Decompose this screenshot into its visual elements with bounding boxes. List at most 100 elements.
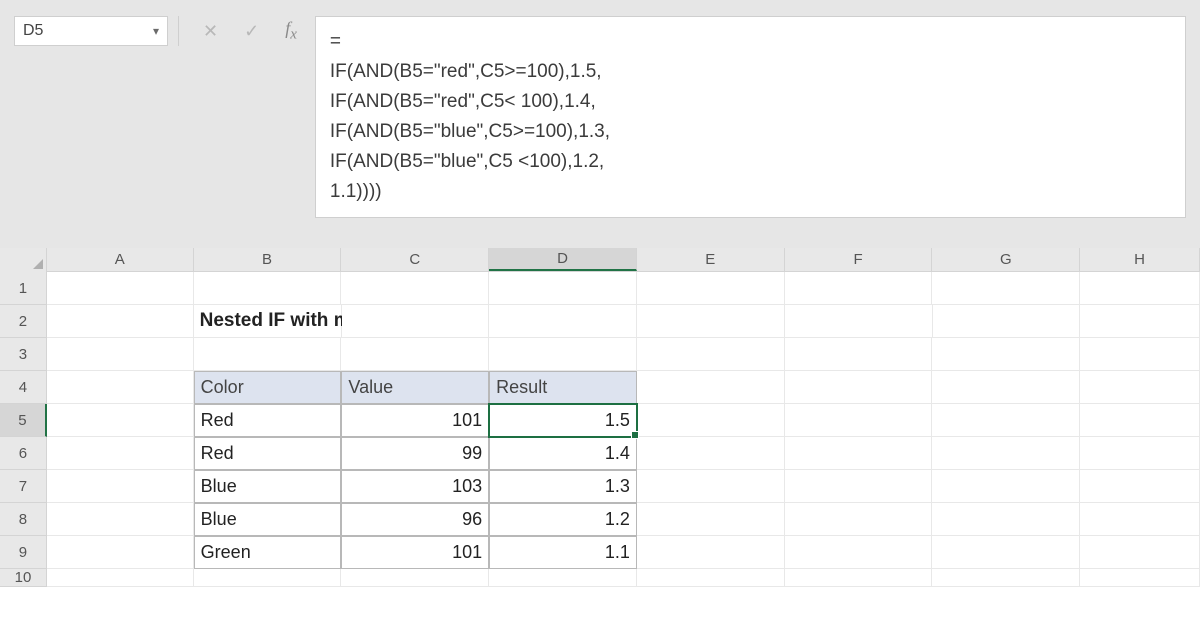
cell[interactable] [637,569,785,587]
cell[interactable] [47,404,194,437]
cell[interactable] [47,338,194,371]
cell[interactable] [489,569,637,587]
row-header-4[interactable]: 4 [0,371,47,404]
cell[interactable] [342,305,490,338]
cell[interactable] [932,272,1080,305]
table-cell[interactable]: 101 [341,536,489,569]
col-header-B[interactable]: B [194,248,342,271]
cell[interactable] [932,437,1080,470]
cell[interactable] [637,503,785,536]
cell[interactable] [47,305,194,338]
row-header-3[interactable]: 3 [0,338,47,371]
table-cell[interactable]: Blue [194,503,342,536]
cell[interactable] [785,371,933,404]
cell[interactable] [194,272,342,305]
cell[interactable] [489,305,637,338]
cell[interactable] [932,404,1080,437]
title-cell[interactable]: Nested IF with multiple AND [194,305,342,338]
cancel-icon[interactable]: ✕ [203,21,218,42]
cell[interactable] [1080,338,1200,371]
table-cell[interactable]: 1.3 [489,470,637,503]
cell[interactable] [1080,470,1200,503]
cell[interactable] [637,305,785,338]
table-header-color[interactable]: Color [194,371,342,404]
cell[interactable] [785,338,933,371]
cell[interactable] [47,272,194,305]
enter-icon[interactable]: ✓ [244,21,259,42]
row-header-8[interactable]: 8 [0,503,47,536]
table-cell[interactable]: Green [194,536,342,569]
cell[interactable] [341,569,489,587]
cell[interactable] [785,536,933,569]
cell[interactable] [637,371,785,404]
chevron-down-icon[interactable]: ▾ [153,24,159,38]
table-cell[interactable]: 103 [341,470,489,503]
row-header-9[interactable]: 9 [0,536,47,569]
cell[interactable] [932,536,1080,569]
active-cell[interactable]: 1.5 [489,404,637,437]
cell[interactable] [637,272,785,305]
col-header-A[interactable]: A [47,248,194,271]
cell[interactable] [932,371,1080,404]
cell[interactable] [932,470,1080,503]
cell[interactable] [785,404,933,437]
col-header-F[interactable]: F [785,248,933,271]
cell[interactable] [1080,371,1200,404]
row-header-2[interactable]: 2 [0,305,47,338]
cell[interactable] [47,569,194,587]
col-header-E[interactable]: E [637,248,785,271]
cell[interactable] [489,272,637,305]
cell[interactable] [47,536,194,569]
row-header-1[interactable]: 1 [0,272,47,305]
cell[interactable] [489,338,637,371]
table-header-value[interactable]: Value [341,371,489,404]
cell[interactable] [47,437,194,470]
cell[interactable] [932,569,1080,587]
cell[interactable] [637,470,785,503]
cell[interactable] [1080,305,1200,338]
name-box[interactable]: D5 ▾ [14,16,168,46]
col-header-C[interactable]: C [341,248,489,271]
table-cell[interactable]: 1.2 [489,503,637,536]
cell[interactable] [637,536,785,569]
formula-input[interactable]: = IF(AND(B5="red",C5>=100),1.5, IF(AND(B… [315,16,1186,218]
cell[interactable] [785,437,933,470]
row-header-6[interactable]: 6 [0,437,47,470]
cell[interactable] [1080,569,1200,587]
table-cell[interactable]: 99 [341,437,489,470]
cell[interactable] [47,470,194,503]
cell[interactable] [637,437,785,470]
cell[interactable] [1080,272,1200,305]
cell[interactable] [1080,503,1200,536]
cell[interactable] [194,338,342,371]
cell[interactable] [1080,437,1200,470]
col-header-H[interactable]: H [1080,248,1200,271]
cell[interactable] [637,404,785,437]
table-cell[interactable]: 1.1 [489,536,637,569]
cell[interactable] [1080,536,1200,569]
table-cell[interactable]: 101 [341,404,489,437]
col-header-D[interactable]: D [489,248,637,271]
cell[interactable] [785,503,933,536]
col-header-G[interactable]: G [932,248,1080,271]
fx-icon[interactable]: fx [285,18,297,44]
cell[interactable] [785,470,933,503]
cell[interactable] [785,305,933,338]
table-cell[interactable]: Red [194,404,342,437]
table-cell[interactable]: Blue [194,470,342,503]
cell[interactable] [932,503,1080,536]
table-cell[interactable]: Red [194,437,342,470]
cell[interactable] [47,503,194,536]
cell[interactable] [47,371,194,404]
row-header-5[interactable]: 5 [0,404,47,437]
cell[interactable] [341,272,489,305]
table-header-result[interactable]: Result [489,371,637,404]
cell[interactable] [932,338,1080,371]
select-all-corner[interactable] [0,248,47,272]
row-header-7[interactable]: 7 [0,470,47,503]
cell[interactable] [933,305,1081,338]
cell[interactable] [341,338,489,371]
cell[interactable] [194,569,342,587]
table-cell[interactable]: 96 [341,503,489,536]
cell[interactable] [785,569,933,587]
